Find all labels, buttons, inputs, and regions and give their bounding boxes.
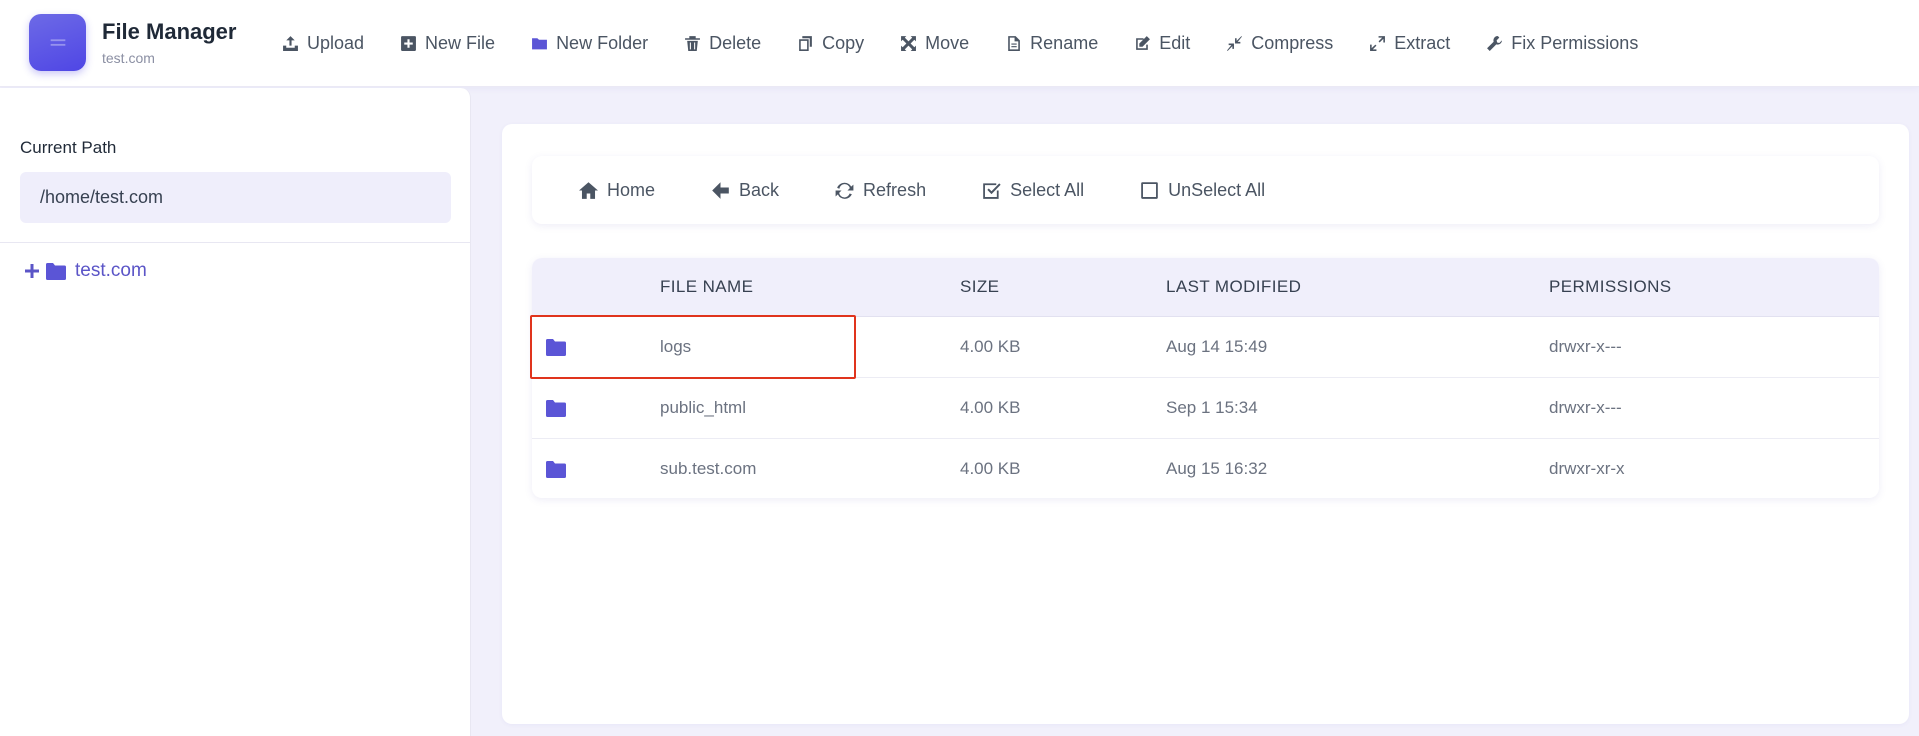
check-square-icon <box>983 182 1001 199</box>
toolbar: Upload New File New Folder Delete Copy M… <box>282 28 1674 58</box>
fix-permissions-label: Fix Permissions <box>1511 32 1639 53</box>
compress-icon <box>1227 35 1243 51</box>
table-row[interactable]: public_html 4.00 KB Sep 1 15:34 drwxr-x-… <box>532 378 1879 439</box>
back-label: Back <box>739 179 780 200</box>
compress-button[interactable]: Compress <box>1226 28 1333 58</box>
table-header: FILE NAME SIZE LAST MODIFIED PERMISSIONS <box>532 258 1879 317</box>
file-name[interactable]: sub.test.com <box>660 459 756 479</box>
navigation-bar: Home Back Refresh Select All UnSelect Al… <box>532 156 1879 224</box>
square-icon <box>1141 181 1158 199</box>
file-modified: Aug 15 16:32 <box>1166 459 1268 478</box>
arrow-left-icon <box>712 181 729 199</box>
copy-label: Copy <box>822 32 865 53</box>
file-permissions: drwxr-x--- <box>1549 398 1622 417</box>
compress-label: Compress <box>1251 32 1334 53</box>
current-path-label: Current Path <box>20 138 117 157</box>
new-file-button[interactable]: New File <box>400 28 495 58</box>
back-button[interactable]: Back <box>711 180 779 201</box>
upload-label: Upload <box>307 32 365 53</box>
refresh-button[interactable]: Refresh <box>835 180 926 201</box>
header-last-modified[interactable]: LAST MODIFIED <box>1166 277 1301 297</box>
file-text-icon <box>1008 35 1021 51</box>
plus-icon[interactable] <box>24 263 40 279</box>
file-name[interactable]: logs <box>660 337 691 357</box>
folder-icon <box>532 37 547 49</box>
folder-icon <box>546 400 566 417</box>
expand-icon <box>1370 35 1386 51</box>
upload-icon <box>283 35 298 51</box>
file-name[interactable]: public_html <box>660 398 746 418</box>
file-permissions: drwxr-x--- <box>1549 337 1622 356</box>
file-modified: Aug 14 15:49 <box>1166 337 1268 356</box>
refresh-label: Refresh <box>863 179 927 200</box>
move-button[interactable]: Move <box>900 28 969 58</box>
file-size: 4.00 KB <box>960 337 1021 356</box>
file-size: 4.00 KB <box>960 459 1021 478</box>
logo-icon <box>50 38 65 46</box>
current-path-input[interactable] <box>20 172 451 223</box>
file-size: 4.00 KB <box>960 398 1021 417</box>
edit-button[interactable]: Edit <box>1134 28 1190 58</box>
home-label: Home <box>607 179 656 200</box>
select-all-button[interactable]: Select All <box>982 180 1084 201</box>
table-row[interactable]: sub.test.com 4.00 KB Aug 15 16:32 drwxr-… <box>532 439 1879 498</box>
folder-icon <box>546 461 566 478</box>
sidebar-divider <box>0 242 470 243</box>
new-file-label: New File <box>425 32 496 53</box>
rename-label: Rename <box>1030 32 1099 53</box>
fix-permissions-button[interactable]: Fix Permissions <box>1486 28 1638 58</box>
extract-button[interactable]: Extract <box>1369 28 1450 58</box>
folder-icon <box>546 339 566 356</box>
arrows-icon <box>901 35 917 51</box>
copy-icon <box>799 35 812 51</box>
copy-button[interactable]: Copy <box>797 28 864 58</box>
edit-icon <box>1136 35 1151 50</box>
app-logo <box>29 14 86 71</box>
folder-icon <box>46 262 66 280</box>
new-folder-label: New Folder <box>556 32 649 53</box>
select-all-label: Select All <box>1010 179 1085 200</box>
refresh-icon <box>835 182 854 199</box>
sidebar: Current Path test.com <box>0 88 471 736</box>
file-table: FILE NAME SIZE LAST MODIFIED PERMISSIONS… <box>532 258 1879 498</box>
app-header: File Manager test.com Upload New File Ne… <box>0 0 1919 87</box>
file-modified: Sep 1 15:34 <box>1166 398 1258 417</box>
table-row[interactable]: logs 4.00 KB Aug 14 15:49 drwxr-x--- <box>532 317 1879 378</box>
delete-button[interactable]: Delete <box>684 28 761 58</box>
tree-item-root[interactable]: test.com <box>24 260 147 282</box>
extract-label: Extract <box>1394 32 1451 53</box>
header-size[interactable]: SIZE <box>960 277 999 297</box>
delete-label: Delete <box>709 32 762 53</box>
file-permissions: drwxr-xr-x <box>1549 459 1625 478</box>
home-icon <box>579 181 598 199</box>
edit-label: Edit <box>1159 32 1191 53</box>
main-panel: Home Back Refresh Select All UnSelect Al… <box>502 124 1909 724</box>
header-file-name[interactable]: FILE NAME <box>660 277 753 297</box>
rename-button[interactable]: Rename <box>1005 28 1098 58</box>
move-label: Move <box>925 32 970 53</box>
home-button[interactable]: Home <box>579 180 655 201</box>
wrench-icon <box>1487 35 1503 51</box>
new-folder-button[interactable]: New Folder <box>531 28 648 58</box>
app-title: File Manager <box>102 19 237 44</box>
tree-item-label[interactable]: test.com <box>75 260 147 282</box>
app-domain: test.com <box>102 50 155 66</box>
unselect-all-label: UnSelect All <box>1168 179 1266 200</box>
trash-icon <box>685 35 701 51</box>
unselect-all-button[interactable]: UnSelect All <box>1140 180 1265 201</box>
plus-square-icon <box>401 35 416 51</box>
upload-button[interactable]: Upload <box>282 28 364 58</box>
header-permissions[interactable]: PERMISSIONS <box>1549 277 1671 297</box>
